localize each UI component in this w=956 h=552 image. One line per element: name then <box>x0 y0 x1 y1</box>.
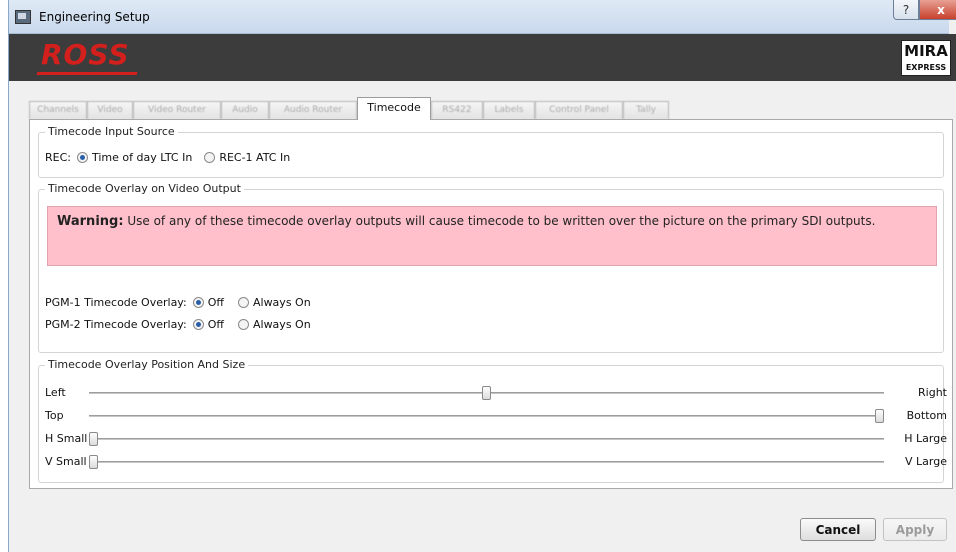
tab-video-router[interactable]: Video Router <box>133 101 221 119</box>
slider-left-label: V Small <box>45 455 87 468</box>
timecode-panel: Timecode Input Source REC: Time of day L… <box>29 119 953 489</box>
tab-video[interactable]: Video <box>87 101 133 119</box>
tab-rs422[interactable]: RS422 <box>431 101 483 119</box>
group-title: Timecode Input Source <box>45 125 178 138</box>
cancel-button[interactable]: Cancel <box>800 518 876 541</box>
pgm2-off-radio[interactable] <box>192 319 204 330</box>
slider-right-label: Bottom <box>906 409 947 422</box>
slider-left-label: H Small <box>45 432 88 445</box>
pgm2-off-label[interactable]: Off <box>208 318 224 331</box>
slider-right-label: Right <box>918 386 947 399</box>
pgm1-overlay-row: PGM-1 Timecode Overlay: Off Always On <box>45 296 311 309</box>
rec-ltc-label[interactable]: Time of day LTC In <box>92 151 192 164</box>
horizontal-position-slider-row: Left Right <box>39 386 947 400</box>
horizontal-size-handle[interactable] <box>89 432 98 446</box>
vertical-size-track[interactable] <box>89 461 884 463</box>
ross-logo: ROSS <box>41 38 130 71</box>
mira-logo-text: MIRA <box>904 42 948 60</box>
timecode-overlay-group: Timecode Overlay on Video Output Warning… <box>38 182 944 353</box>
position-size-group: Timecode Overlay Position And Size Left … <box>38 358 947 483</box>
warning-bold: Warning: <box>57 214 124 229</box>
ross-logo-underline <box>36 72 138 75</box>
help-button[interactable]: ? <box>893 0 919 20</box>
rec-atc-radio[interactable] <box>204 152 216 163</box>
horizontal-size-slider-row: H Small H Large <box>39 432 947 446</box>
tab-audio[interactable]: Audio <box>221 101 269 119</box>
mira-logo-subtext: EXPRESS <box>905 63 947 72</box>
pgm1-off-label[interactable]: Off <box>208 296 224 309</box>
app-icon <box>15 10 31 24</box>
tab-channels[interactable]: Channels <box>29 101 87 119</box>
tab-labels[interactable]: Labels <box>483 101 535 119</box>
pgm1-label: PGM-1 Timecode Overlay: <box>45 296 187 309</box>
slider-left-label: Left <box>45 386 66 399</box>
tab-audio-router[interactable]: Audio Router <box>269 101 357 119</box>
pgm1-off-radio[interactable] <box>192 297 204 308</box>
rec-ltc-radio[interactable] <box>76 152 88 163</box>
window-title: Engineering Setup <box>39 10 150 24</box>
tab-control-panel[interactable]: Control Panel <box>535 101 623 119</box>
vertical-position-handle[interactable] <box>875 409 884 423</box>
close-button[interactable]: x <box>919 0 956 20</box>
tab-tally[interactable]: Tally <box>623 101 669 119</box>
mira-express-logo: MIRA EXPRESS <box>901 40 951 76</box>
rec-source-row: REC: Time of day LTC In REC-1 ATC In <box>45 151 290 164</box>
horizontal-position-handle[interactable] <box>482 386 491 400</box>
warning-text: Use of any of these timecode overlay out… <box>127 214 876 228</box>
tab-timecode[interactable]: Timecode <box>357 97 431 120</box>
vertical-position-track[interactable] <box>89 415 884 417</box>
group-title: Timecode Overlay on Video Output <box>45 182 244 195</box>
rec-atc-label[interactable]: REC-1 ATC In <box>219 151 290 164</box>
overlay-warning: Warning: Use of any of these timecode ov… <box>47 206 937 266</box>
slider-right-label: V Large <box>905 455 947 468</box>
rec-label: REC: <box>45 151 71 164</box>
pgm2-always-on-label[interactable]: Always On <box>253 318 311 331</box>
pgm2-label: PGM-2 Timecode Overlay: <box>45 318 187 331</box>
horizontal-size-track[interactable] <box>89 438 884 440</box>
vertical-size-handle[interactable] <box>89 455 98 469</box>
pgm2-overlay-row: PGM-2 Timecode Overlay: Off Always On <box>45 318 311 331</box>
title-bar[interactable]: Engineering Setup ? x <box>9 0 956 34</box>
slider-left-label: Top <box>45 409 64 422</box>
timecode-input-source-group: Timecode Input Source REC: Time of day L… <box>38 125 944 178</box>
pgm1-always-on-label[interactable]: Always On <box>253 296 311 309</box>
engineering-setup-window: Engineering Setup ? x ROSS MIRA EXPRESS … <box>8 0 956 552</box>
pgm2-always-on-radio[interactable] <box>237 319 249 330</box>
pgm1-always-on-radio[interactable] <box>237 297 249 308</box>
brand-banner: ROSS MIRA EXPRESS <box>9 34 956 81</box>
vertical-position-slider-row: Top Bottom <box>39 409 947 423</box>
group-title: Timecode Overlay Position And Size <box>45 358 249 371</box>
vertical-size-slider-row: V Small V Large <box>39 455 947 469</box>
slider-right-label: H Large <box>904 432 947 445</box>
apply-button[interactable]: Apply <box>883 518 947 541</box>
